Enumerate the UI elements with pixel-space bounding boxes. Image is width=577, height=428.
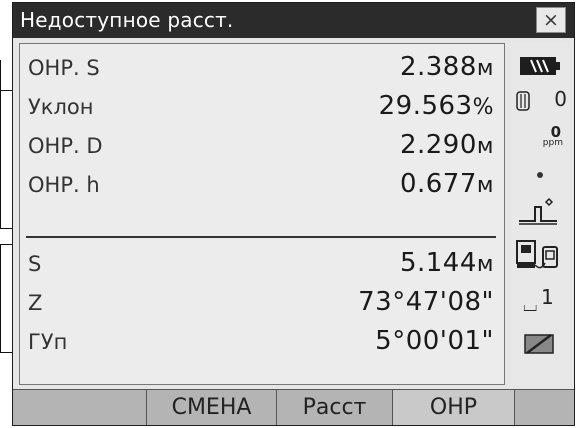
measurement-panel: ОНР. S 2.388м Уклон 29.563% ОНР. D 2.290…	[19, 43, 505, 385]
title-bar: Недоступное расст. ×	[13, 3, 574, 38]
prism-constant: 0	[511, 87, 569, 115]
face-icon: ⌴ 1	[523, 285, 554, 316]
softkey-bar: СМЕНА Расст ОНР	[13, 389, 574, 425]
label-slope: Уклон	[28, 95, 94, 119]
close-icon: ×	[543, 9, 559, 31]
label-z: Z	[28, 291, 43, 315]
value-z: 73°47'08"	[358, 287, 494, 317]
distance-button[interactable]: Расст	[277, 390, 393, 425]
prism-constant-value: 0	[554, 87, 567, 111]
callout-line-vertical-2	[0, 244, 1, 352]
change-button[interactable]: СМЕНА	[147, 390, 277, 425]
value-s: 5.144м	[399, 248, 494, 278]
battery-icon	[520, 57, 560, 75]
label-onr-h: ОНР. h	[28, 173, 100, 197]
value-hz-angle: 5°00'01"	[375, 326, 494, 356]
row-hz-angle: ГУп 5°00'01"	[28, 324, 494, 364]
section-divider	[26, 236, 496, 238]
row-onr-s: ОНР. S 2.388м	[28, 50, 494, 90]
ppm-icon: 0 ppm	[511, 123, 569, 157]
ppm-label: ppm	[542, 138, 563, 148]
onr-button[interactable]: ОНР	[393, 390, 515, 425]
callout-line-vertical	[0, 60, 1, 228]
device-icon	[516, 240, 558, 269]
value-onr-d: 2.290м	[399, 130, 494, 160]
device-screen: Недоступное расст. × ОНР. S 2.388м Уклон…	[12, 2, 575, 426]
row-s: S 5.144м	[28, 246, 494, 286]
window-title: Недоступное расст.	[20, 8, 234, 32]
label-s: S	[28, 252, 42, 276]
face-number: 1	[541, 285, 554, 309]
dot-icon	[537, 172, 543, 178]
value-onr-s: 2.388м	[399, 52, 494, 82]
row-onr-d: ОНР. D 2.290м	[28, 128, 494, 168]
status-bar: 0 0 ppm ⌴ 1	[511, 43, 569, 385]
prism-icon	[516, 91, 530, 111]
value-slope: 29.563%	[378, 91, 494, 121]
label-hz-angle: ГУп	[28, 330, 68, 354]
label-onr-s: ОНР. S	[28, 56, 100, 80]
softkey-5-button[interactable]	[515, 390, 574, 425]
row-z: Z 73°47'08"	[28, 285, 494, 325]
row-onr-h: ОНР. h 0.677м	[28, 167, 494, 207]
close-button[interactable]: ×	[536, 7, 566, 33]
label-onr-d: ОНР. D	[28, 134, 103, 158]
value-onr-h: 0.677м	[399, 169, 494, 199]
edit-icon	[524, 334, 554, 354]
softkey-1-button[interactable]	[13, 390, 147, 425]
target-icon	[519, 197, 557, 225]
row-slope: Уклон 29.563%	[28, 89, 494, 129]
